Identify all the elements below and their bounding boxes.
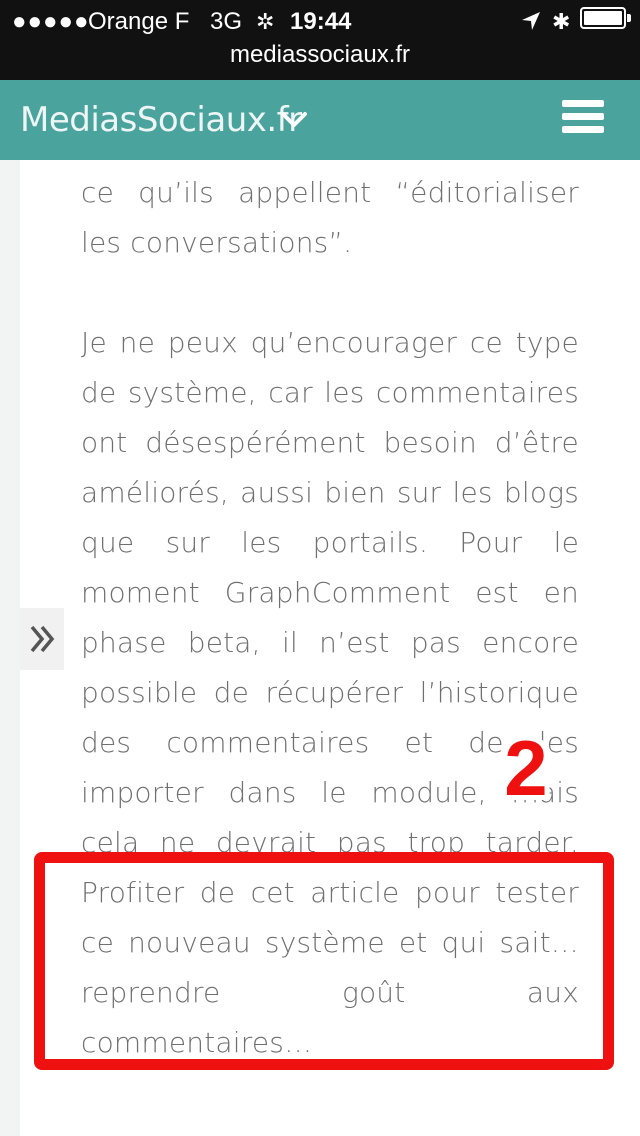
- step-number-badge: 2: [504, 724, 548, 812]
- text-line: moment GraphComment est en: [81, 576, 579, 609]
- text-line: reprendre goût aux: [81, 976, 579, 1009]
- menu-bar-top: [562, 100, 604, 107]
- site-brand[interactable]: MediasSociaux.fr: [20, 80, 302, 160]
- article-body: ce qu’ils appellent “éditorialiser les c…: [81, 160, 579, 1068]
- status-row: ●●●●● Orange F 3G ✲ 19:44 ✱: [0, 6, 640, 38]
- article-paragraph-2: Je ne peux qu’encourager ce type de syst…: [81, 318, 579, 1068]
- status-bar: ●●●●● Orange F 3G ✲ 19:44 ✱ mediassociau…: [0, 0, 640, 80]
- sidebar-expand-button[interactable]: [20, 608, 64, 670]
- article-paragraph: ce qu’ils appellent “éditorialiser les c…: [81, 176, 579, 259]
- text-line: Profiter de cet article pour tester: [81, 876, 579, 909]
- status-time: 19:44: [290, 8, 352, 35]
- text-line: commentaires…: [81, 1026, 313, 1059]
- text-line: de système, car les commentaires: [81, 376, 579, 409]
- bluetooth-icon: ✱: [552, 9, 571, 34]
- double-chevron-right-icon: [30, 625, 55, 653]
- text-line: que sur les portails. Pour le: [81, 526, 579, 559]
- text-line: cela ne devrait pas trop tarder.: [81, 826, 579, 859]
- chevron-down-icon[interactable]: [280, 108, 308, 132]
- activity-spinner-icon: ✲: [256, 9, 275, 34]
- carrier-name: Orange F: [88, 8, 190, 35]
- left-sidebar-rail: [0, 160, 20, 1136]
- text-line: ont désespérément besoin d’être: [81, 426, 579, 459]
- battery-level: [584, 11, 622, 25]
- text-line: phase beta, il n’est pas encore: [81, 626, 579, 659]
- site-header: MediasSociaux.fr: [0, 80, 640, 160]
- text-line: Je ne peux qu’encourager ce type: [81, 326, 579, 359]
- menu-bar-bottom: [562, 126, 604, 133]
- location-arrow-icon: [522, 12, 540, 30]
- network-type: 3G: [210, 8, 243, 35]
- signal-strength-icon: ●●●●●: [12, 8, 90, 35]
- menu-bar-middle: [562, 113, 604, 120]
- hamburger-menu-icon[interactable]: [562, 100, 608, 140]
- text-line: ce nouveau système et qui sait…: [81, 926, 579, 959]
- battery-tip: [627, 14, 631, 22]
- text-line: améliorés, aussi bien sur les blogs: [81, 476, 579, 509]
- battery-icon: [580, 7, 626, 29]
- text-line: possible de récupérer l’historique: [81, 676, 579, 709]
- address-bar-url[interactable]: mediassociaux.fr: [0, 40, 640, 70]
